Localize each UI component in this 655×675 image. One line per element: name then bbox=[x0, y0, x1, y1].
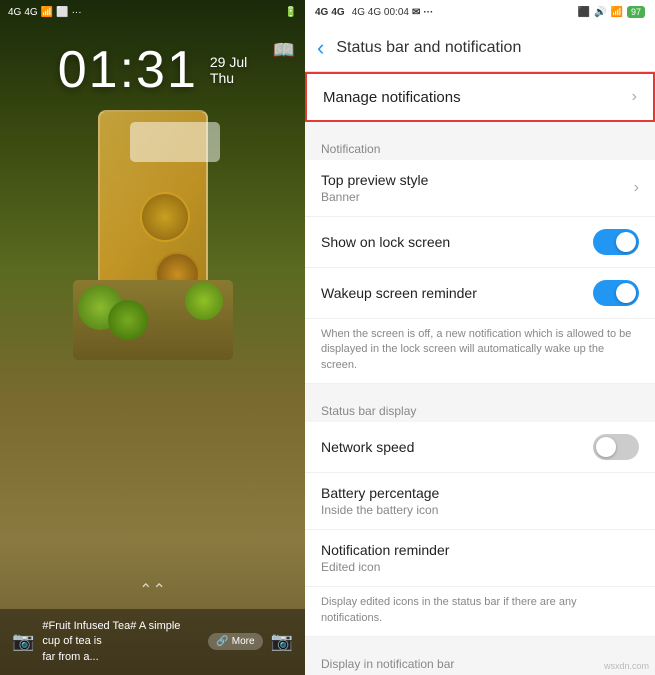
notif-reminder-description: Display edited icons in the status bar i… bbox=[305, 587, 655, 637]
r-signal-4g-2: 4G bbox=[331, 7, 344, 18]
notification-row: 📷 #Fruit Infused Tea# A simple cup of te… bbox=[12, 619, 293, 665]
network-speed-left: Network speed bbox=[321, 439, 593, 455]
r-battery-icon: 97 bbox=[627, 6, 645, 18]
wakeup-screen-left: Wakeup screen reminder bbox=[321, 285, 593, 301]
battery-percentage-row[interactable]: Battery percentage Inside the battery ic… bbox=[305, 473, 655, 530]
wakeup-screen-row[interactable]: Wakeup screen reminder bbox=[305, 268, 655, 319]
toggle-knob-3 bbox=[596, 437, 616, 457]
more-button[interactable]: 🔗 More bbox=[208, 633, 262, 650]
divider-1 bbox=[305, 122, 655, 130]
wakeup-screen-toggle[interactable] bbox=[593, 280, 639, 306]
r-vol-icon: 🔊 bbox=[594, 7, 606, 18]
battery-percentage-left: Battery percentage Inside the battery ic… bbox=[321, 485, 639, 517]
r-bluetooth-icon: ⬛ bbox=[578, 7, 590, 18]
wifi-icon: 📶 bbox=[41, 7, 53, 18]
notification-reminder-row[interactable]: Notification reminder Edited icon bbox=[305, 530, 655, 587]
notification-reminder-subtitle: Edited icon bbox=[321, 560, 639, 574]
show-lock-screen-left: Show on lock screen bbox=[321, 234, 593, 250]
lock-screen-panel: 4G 4G 📶 ⬜ ··· 🔋 📖 01:31 29 Jul Thu ⌃⌃ 📷 … bbox=[0, 0, 305, 675]
back-button[interactable]: ‹ bbox=[317, 35, 324, 61]
wakeup-screen-title: Wakeup screen reminder bbox=[321, 285, 593, 301]
settings-header: ‹ Status bar and notification bbox=[305, 24, 655, 72]
swipe-up-indicator: ⌃⌃ bbox=[139, 580, 166, 600]
more-icon: ··· bbox=[72, 7, 82, 18]
network-speed-toggle[interactable] bbox=[593, 434, 639, 460]
manage-notifications-label: Manage notifications bbox=[323, 89, 461, 106]
drink-image bbox=[73, 90, 233, 370]
show-lock-screen-row[interactable]: Show on lock screen bbox=[305, 217, 655, 268]
r-wifi-icon: 📶 bbox=[611, 7, 623, 18]
section-status-label: Status bar display bbox=[305, 392, 655, 422]
ice bbox=[130, 122, 220, 162]
camera-icon: 📷 bbox=[271, 631, 293, 652]
divider-3 bbox=[305, 637, 655, 645]
battery-icon: 🔋 bbox=[285, 7, 297, 18]
toggle-knob-2 bbox=[616, 283, 636, 303]
top-preview-style-row[interactable]: Top preview style Banner › bbox=[305, 160, 655, 217]
manage-notifications-row[interactable]: Manage notifications › bbox=[305, 72, 655, 122]
lime-ground-3 bbox=[185, 282, 223, 320]
settings-content: Manage notifications › Notification Top … bbox=[305, 72, 655, 675]
show-lock-screen-title: Show on lock screen bbox=[321, 234, 593, 250]
settings-title: Status bar and notification bbox=[336, 39, 521, 57]
battery-percentage-subtitle: Inside the battery icon bbox=[321, 503, 639, 517]
right-status-icons: 🔋 bbox=[285, 7, 297, 18]
section-display-label: Display in notification bar bbox=[305, 645, 655, 675]
lock-screen-notification[interactable]: 📷 #Fruit Infused Tea# A simple cup of te… bbox=[0, 609, 305, 675]
divider-2 bbox=[305, 384, 655, 392]
more-label: More bbox=[232, 636, 255, 647]
r-more-dots: ··· bbox=[423, 7, 433, 18]
notif-line2: far from a... bbox=[42, 650, 200, 665]
r-signal-4g-1: 4G bbox=[315, 7, 328, 18]
clock-time: 01:31 bbox=[58, 40, 198, 100]
notification-reminder-title: Notification reminder bbox=[321, 542, 639, 558]
right-status-right: ⬛ 🔊 📶 97 bbox=[578, 6, 645, 18]
battery-percentage-title: Battery percentage bbox=[321, 485, 639, 501]
notif-app-icon: 📷 bbox=[12, 631, 34, 652]
clock-date-day: 29 Jul bbox=[210, 54, 247, 70]
network-speed-row[interactable]: Network speed bbox=[305, 422, 655, 473]
toggle-knob-1 bbox=[616, 232, 636, 252]
top-preview-style-left: Top preview style Banner bbox=[321, 172, 634, 204]
notification-reminder-left: Notification reminder Edited icon bbox=[321, 542, 639, 574]
notif-text: #Fruit Infused Tea# A simple cup of tea … bbox=[42, 619, 200, 665]
network-speed-title: Network speed bbox=[321, 439, 593, 455]
left-signal-icons: 4G 4G 📶 ⬜ ··· bbox=[8, 7, 82, 18]
section-notification-label: Notification bbox=[305, 130, 655, 160]
bluetooth-icon: ⬜ bbox=[56, 7, 68, 18]
notif-line1: #Fruit Infused Tea# A simple cup of tea … bbox=[42, 619, 200, 650]
clock-area: 01:31 29 Jul Thu bbox=[0, 40, 305, 100]
top-preview-chevron: › bbox=[634, 179, 639, 197]
top-preview-subtitle: Banner bbox=[321, 190, 634, 204]
show-lock-screen-toggle[interactable] bbox=[593, 229, 639, 255]
right-status-left: 4G 4G 4G 4G 00:04 ✉ ··· bbox=[315, 7, 433, 18]
watermark: wsxdn.com bbox=[604, 661, 649, 671]
signal-4g-2: 4G bbox=[24, 7, 37, 18]
lime-slice-1 bbox=[140, 192, 190, 242]
r-msg-icon: ✉ bbox=[412, 7, 420, 18]
clock-date-weekday: Thu bbox=[210, 70, 247, 86]
wakeup-description: When the screen is off, a new notificati… bbox=[305, 319, 655, 384]
r-time: 4G 4G 00:04 bbox=[352, 7, 409, 18]
right-status-bar: 4G 4G 4G 4G 00:04 ✉ ··· ⬛ 🔊 📶 97 bbox=[305, 0, 655, 24]
settings-panel: 4G 4G 4G 4G 00:04 ✉ ··· ⬛ 🔊 📶 97 ‹ Statu… bbox=[305, 0, 655, 675]
signal-4g-1: 4G bbox=[8, 7, 21, 18]
left-status-bar: 4G 4G 📶 ⬜ ··· 🔋 bbox=[0, 0, 305, 24]
top-preview-title: Top preview style bbox=[321, 172, 634, 188]
manage-notifications-chevron: › bbox=[632, 88, 637, 106]
clock-date: 29 Jul Thu bbox=[210, 54, 247, 86]
link-icon: 🔗 bbox=[216, 636, 228, 647]
lime-ground-2 bbox=[108, 300, 148, 340]
